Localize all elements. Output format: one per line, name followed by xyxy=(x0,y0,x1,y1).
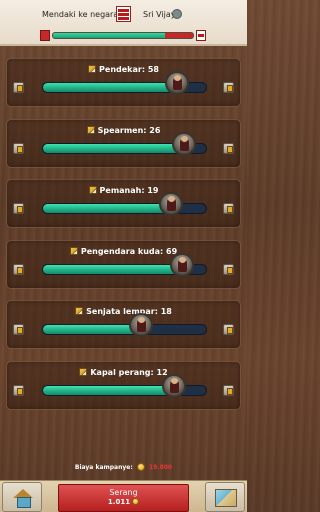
slider-handle[interactable] xyxy=(170,252,195,277)
campaign-cost-value: 19.800 xyxy=(148,464,173,471)
map-button[interactable] xyxy=(205,482,245,512)
unit-slider-fill xyxy=(43,83,177,92)
unit-title-text: Kapal perang: 12 xyxy=(90,367,168,377)
unit-row: Pendekar: 58 xyxy=(6,58,241,107)
target-flag-icon xyxy=(196,30,206,41)
slider-handle[interactable] xyxy=(171,131,196,156)
pencil-icon[interactable] xyxy=(88,186,97,194)
pencil-icon[interactable] xyxy=(86,125,95,134)
attacker-label: Mendaki ke negara xyxy=(42,10,119,19)
unit-slider-fill xyxy=(43,264,182,274)
increase-button[interactable] xyxy=(223,263,234,275)
slider-handle[interactable] xyxy=(162,373,186,398)
unit-icon xyxy=(170,377,179,393)
pencil-icon[interactable] xyxy=(69,246,78,255)
attack-label: Serang xyxy=(109,488,138,497)
unit-title[interactable]: Kapal perang: 12 xyxy=(7,367,240,377)
slider-handle[interactable] xyxy=(158,192,183,216)
pencil-icon[interactable] xyxy=(88,65,97,73)
unit-slider[interactable] xyxy=(42,324,207,335)
increase-button[interactable] xyxy=(223,82,234,93)
map-icon xyxy=(215,489,237,507)
unit-title-text: Spearmen: 26 xyxy=(97,125,161,135)
increase-button[interactable] xyxy=(223,142,234,154)
unit-icon xyxy=(137,317,146,332)
attacker-flag-icon xyxy=(40,30,50,41)
home-button[interactable] xyxy=(2,482,42,512)
unit-slider-fill xyxy=(43,325,141,334)
unit-icon xyxy=(179,135,189,151)
unit-row: Pemanah: 19 xyxy=(6,179,241,228)
decrease-button[interactable] xyxy=(13,324,24,335)
campaign-header: Mendaki ke negara Sri Vijaya xyxy=(0,0,247,46)
unit-slider-fill xyxy=(43,204,171,213)
unit-slider-fill xyxy=(43,385,174,395)
unit-title[interactable]: Spearmen: 26 xyxy=(7,125,240,135)
attack-cost-value: 1.011 xyxy=(107,498,131,506)
unit-title[interactable]: Pemanah: 19 xyxy=(7,186,240,195)
unit-icon xyxy=(166,196,176,211)
increase-button[interactable] xyxy=(223,384,234,396)
unit-title[interactable]: Senjata lempar: 18 xyxy=(7,307,240,316)
campaign-cost-label: Biaya kampanye: xyxy=(74,464,133,471)
coin-icon xyxy=(132,498,140,505)
unit-row: Pengendara kuda: 69 xyxy=(6,239,241,289)
home-icon xyxy=(13,489,33,508)
unit-row: Senjata lempar: 18 xyxy=(6,300,241,349)
unit-title-text: Pemanah: 19 xyxy=(99,186,159,195)
decrease-button[interactable] xyxy=(13,263,24,275)
decrease-button[interactable] xyxy=(13,142,24,154)
unit-row: Kapal perang: 12 xyxy=(6,360,241,410)
unit-row: Spearmen: 26 xyxy=(6,118,241,168)
campaign-cost: Biaya kampanye: 19.800 xyxy=(0,463,247,471)
strength-balance-bar xyxy=(52,32,194,39)
attack-cost: 1.011 xyxy=(59,498,188,506)
unit-icon xyxy=(178,256,188,272)
attack-button[interactable]: Serang 1.011 xyxy=(58,484,189,512)
decrease-button[interactable] xyxy=(13,82,24,93)
unit-title-text: Senjata lempar: 18 xyxy=(86,307,172,316)
coin-icon xyxy=(136,463,145,471)
unit-icon xyxy=(173,75,183,90)
unit-title-text: Pengendara kuda: 69 xyxy=(80,246,178,256)
pencil-icon[interactable] xyxy=(75,307,84,315)
pencil-icon[interactable] xyxy=(79,367,88,376)
increase-button[interactable] xyxy=(223,203,234,214)
increase-button[interactable] xyxy=(223,324,234,335)
unit-title[interactable]: Pengendara kuda: 69 xyxy=(7,246,240,256)
flag-icon xyxy=(116,6,131,22)
globe-icon[interactable] xyxy=(172,9,182,19)
slider-handle[interactable] xyxy=(129,313,153,337)
unit-title[interactable]: Pendekar: 58 xyxy=(7,65,240,74)
unit-title-text: Pendekar: 58 xyxy=(99,65,159,74)
decrease-button[interactable] xyxy=(13,203,24,214)
decrease-button[interactable] xyxy=(13,384,24,396)
unit-slider-fill xyxy=(43,143,184,153)
